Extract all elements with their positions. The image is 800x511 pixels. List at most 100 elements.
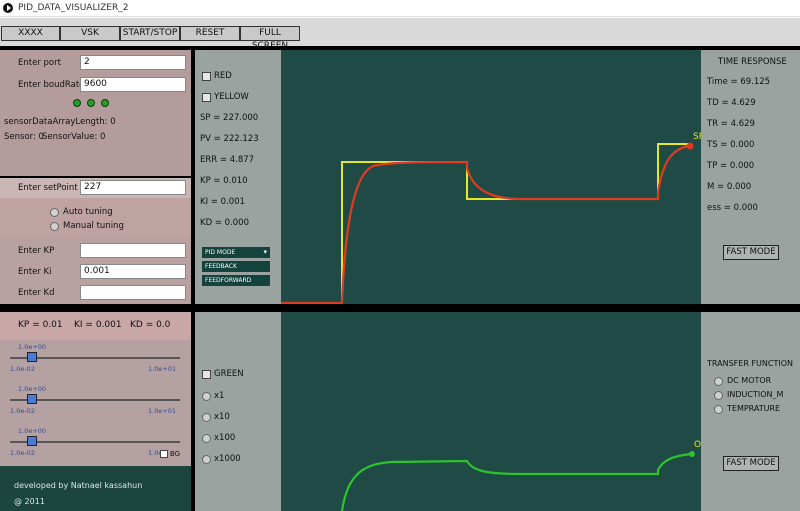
auto-tuning-radio[interactable] (50, 208, 59, 217)
reset-button[interactable]: RESET (180, 26, 240, 41)
pv-readout: PV = 222.123 (200, 134, 259, 144)
divider (0, 304, 800, 312)
full-screen-button[interactable]: FULL SCREEN (240, 26, 300, 51)
status-led-3 (101, 99, 109, 107)
op-marker-label: OP (694, 440, 701, 450)
output-chart: OP (340, 440, 707, 511)
menu-vsk-button[interactable]: VSK (60, 26, 120, 41)
green-label: GREEN (214, 369, 244, 379)
kp-input[interactable] (80, 243, 186, 258)
port-input[interactable]: 2 (80, 55, 186, 70)
kp-display: KP = 0.01 (18, 320, 63, 330)
manual-tuning-radio[interactable] (50, 222, 59, 231)
yellow-checkbox[interactable] (202, 93, 211, 102)
app-icon (3, 3, 13, 13)
ki-readout: KI = 0.001 (200, 197, 245, 207)
x1-radio[interactable] (202, 392, 211, 401)
time-response-panel (701, 50, 800, 304)
induction-motor-radio[interactable] (714, 391, 723, 400)
time-readout: Time = 69.125 (707, 77, 771, 87)
x1000-radio[interactable] (202, 455, 211, 464)
mode-option-feedforward[interactable]: FEEDFORWARD (201, 274, 271, 287)
bg-checkbox[interactable] (160, 450, 168, 458)
induction-motor-label: INDUCTION_M (727, 390, 784, 399)
tr-readout: TR = 4.629 (707, 119, 755, 129)
mode-dropdown[interactable]: PID MODE ▾ (201, 246, 271, 259)
kd-input[interactable] (80, 285, 186, 300)
tp-readout: TP = 0.000 (707, 161, 755, 171)
start-stop-button[interactable]: START/STOP (120, 26, 180, 41)
x10-label: x10 (214, 412, 230, 422)
ess-readout: ess = 0.000 (707, 203, 758, 213)
status-led-1 (73, 99, 81, 107)
slider-2-thumb[interactable] (27, 394, 37, 404)
mode-option-feedback[interactable]: FEEDBACK (201, 260, 271, 273)
array-length-text: sensorDataArrayLength: 0 (4, 117, 116, 127)
kp-readout: KP = 0.010 (200, 176, 248, 186)
ki-input[interactable]: 0.001 (80, 264, 186, 279)
title-bar: PID_DATA_VISUALIZER_2 (0, 0, 800, 17)
time-response-chart: SP (281, 132, 705, 305)
x10-radio[interactable] (202, 413, 211, 422)
setpoint-input[interactable]: 227 (80, 180, 186, 195)
slider-3-min: 1.0e-02 (10, 449, 35, 457)
output-marker (689, 451, 695, 457)
sp-readout: SP = 227.000 (200, 113, 259, 123)
bg-label: BG (170, 450, 181, 458)
ki-display: KI = 0.001 (74, 320, 122, 330)
slider-1-min: 1.0e-02 (10, 365, 35, 373)
slider-2-min: 1.0e-02 (10, 407, 35, 415)
manual-tuning-label: Manual tuning (63, 221, 124, 231)
auto-tuning-label: Auto tuning (63, 207, 113, 217)
chevron-down-icon: ▾ (263, 248, 267, 256)
x100-label: x100 (214, 433, 236, 443)
err-readout: ERR = 4.877 (200, 155, 255, 165)
baud-input[interactable]: 9600 (80, 77, 186, 92)
slider-1-thumb[interactable] (27, 352, 37, 362)
setpoint-label: Enter setPoint (18, 183, 78, 193)
yellow-label: YELLOW (214, 92, 249, 102)
year-text: @ 2011 (14, 497, 45, 506)
fast-mode-button-upper[interactable]: FAST MODE (723, 245, 779, 260)
ki-label: Enter Ki (18, 267, 52, 277)
slider-3-value: 1.0e+00 (18, 427, 47, 435)
mode-dropdown-selected: PID MODE (205, 249, 236, 256)
dc-motor-radio[interactable] (714, 377, 723, 386)
menu-xxxx-button[interactable]: XXXX (1, 26, 60, 41)
time-response-title: TIME RESPONSE (718, 57, 787, 67)
slider-2-value: 1.0e+00 (18, 385, 47, 393)
port-label: Enter port (18, 58, 61, 68)
slider-3-thumb[interactable] (27, 436, 37, 446)
window-title: PID_DATA_VISUALIZER_2 (18, 3, 129, 13)
td-readout: TD = 4.629 (707, 98, 756, 108)
temperature-label: TEMPRATURE (727, 404, 781, 413)
output-plot: OP (281, 312, 707, 511)
x1-label: x1 (214, 391, 225, 401)
sensor-text: Sensor: 0 (4, 132, 44, 142)
kd-display: KD = 0.0 (130, 320, 171, 330)
status-led-2 (87, 99, 95, 107)
output-line (340, 452, 692, 511)
sensor-value-text: SensorValue: 0 (42, 132, 106, 142)
x1000-label: x1000 (214, 454, 241, 464)
menu-bar: XXXX VSK START/STOP RESET FULL SCREEN (0, 18, 800, 51)
credit-text: developed by Natnael kassahun (14, 481, 143, 490)
ts-readout: TS = 0.000 (707, 140, 755, 150)
kd-readout: KD = 0.000 (200, 218, 249, 228)
slider-1-value: 1.0e+00 (18, 343, 47, 351)
kp-label: Enter KP (18, 246, 55, 256)
kd-label: Enter Kd (18, 288, 55, 298)
tuning-panel (0, 198, 191, 238)
x100-radio[interactable] (202, 434, 211, 443)
green-checkbox[interactable] (202, 370, 211, 379)
time-response-plot: SP (281, 50, 705, 305)
red-checkbox[interactable] (202, 72, 211, 81)
temperature-radio[interactable] (714, 405, 723, 414)
fast-mode-button-lower[interactable]: FAST MODE (723, 456, 779, 471)
sp-marker-label: SP (693, 132, 701, 142)
setpoint-line (281, 143, 688, 304)
slider-2-max: 1.0e+01 (148, 407, 177, 415)
slider-1-max: 1.0e+01 (148, 365, 177, 373)
m-readout: M = 0.000 (707, 182, 752, 192)
dc-motor-label: DC MOTOR (727, 376, 772, 385)
